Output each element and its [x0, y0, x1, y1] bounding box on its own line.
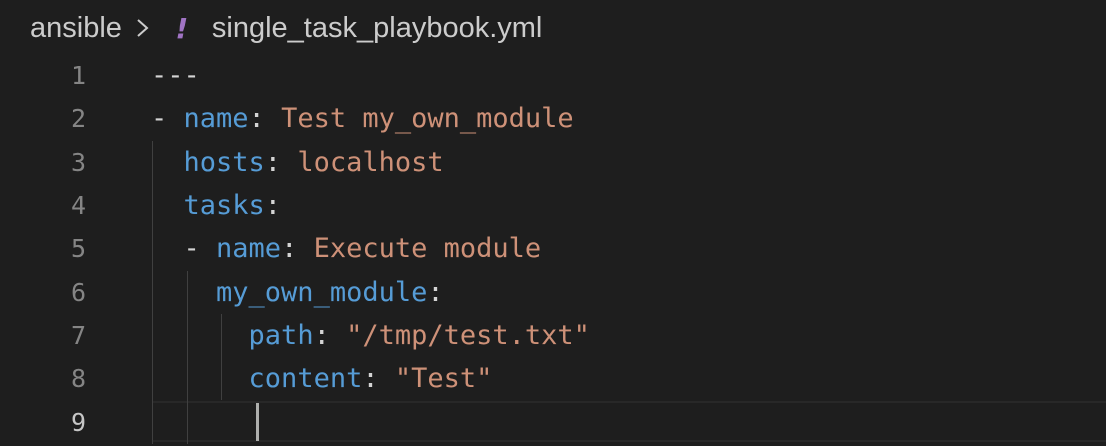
code-editor[interactable]: ansible ! single_task_playbook.yml 1 --- 2…: [0, 0, 1106, 446]
line-content: content: "Test": [151, 363, 493, 395]
code-line[interactable]: 3 hosts: localhost: [0, 141, 1106, 184]
yaml-value: "Test": [394, 363, 493, 395]
code-line[interactable]: 9: [0, 400, 1106, 443]
yaml-key: hosts: [183, 146, 265, 178]
yaml-punctuation: [151, 190, 184, 221]
yaml-value: Execute module: [313, 233, 542, 265]
line-content: ---: [151, 60, 200, 91]
chevron-right-icon: [132, 13, 154, 43]
line-number: 8: [70, 364, 86, 394]
yaml-punctuation: [151, 363, 249, 394]
yaml-value: Test my_own_module: [281, 103, 574, 135]
yaml-punctuation: :: [264, 190, 282, 222]
yaml-punctuation: :: [281, 233, 314, 265]
indent-guide: [152, 140, 153, 444]
yaml-punctuation: [151, 277, 216, 308]
yaml-exclamation-icon: !: [175, 11, 189, 45]
line-number: 5: [70, 234, 86, 264]
indent-guide: [186, 270, 188, 444]
line-number: 7: [70, 320, 86, 350]
yaml-value: "/tmp/test.txt": [346, 319, 590, 351]
yaml-punctuation: ---: [151, 60, 200, 92]
line-number: 1: [70, 61, 86, 91]
line-number: 6: [70, 277, 86, 307]
yaml-punctuation: :: [313, 319, 347, 351]
text-cursor: [255, 403, 259, 442]
yaml-punctuation: :: [362, 363, 395, 395]
line-content: my_own_module:: [151, 277, 444, 308]
yaml-punctuation: :: [427, 276, 444, 308]
code-line[interactable]: 7 path: "/tmp/test.txt": [0, 314, 1106, 357]
yaml-punctuation: -: [151, 233, 217, 265]
yaml-value: localhost: [297, 146, 444, 178]
indent-guide: [221, 313, 223, 401]
yaml-punctuation: [151, 147, 184, 178]
code-line[interactable]: 4 tasks:: [0, 184, 1106, 227]
breadcrumb-file[interactable]: single_task_playbook.yml: [212, 12, 542, 45]
line-content: - name: Test my_own_module: [151, 103, 574, 134]
line-number: 9: [70, 407, 86, 437]
yaml-key: name: [183, 103, 249, 135]
yaml-punctuation: :: [248, 103, 282, 135]
yaml-key: path: [248, 319, 314, 351]
code-line[interactable]: 1 ---: [0, 54, 1106, 97]
breadcrumb: ansible ! single_task_playbook.yml: [0, 0, 1106, 56]
yaml-punctuation: :: [264, 146, 298, 178]
yaml-key: content: [248, 363, 363, 395]
yaml-key: name: [216, 233, 282, 265]
breadcrumb-folder[interactable]: ansible: [30, 12, 122, 45]
code-line[interactable]: 8 content: "Test": [0, 357, 1106, 400]
yaml-punctuation: -: [151, 103, 184, 135]
line-content: hosts: localhost: [151, 147, 444, 178]
line-number: 4: [70, 191, 86, 221]
code-line[interactable]: 2 - name: Test my_own_module: [0, 97, 1106, 140]
yaml-punctuation: [151, 320, 249, 351]
code-line[interactable]: 5 - name: Execute module: [0, 227, 1106, 270]
line-number: 3: [70, 147, 86, 177]
line-content: tasks:: [151, 190, 282, 222]
yaml-key: my_own_module: [216, 276, 428, 308]
line-content: - name: Execute module: [151, 233, 542, 265]
line-number: 2: [70, 104, 86, 134]
yaml-key: tasks: [183, 190, 265, 222]
code-area[interactable]: 1 --- 2 - name: Test my_own_module 3 hosts: …: [0, 54, 1106, 446]
code-line[interactable]: 6 my_own_module:: [0, 271, 1106, 314]
line-content: path: "/tmp/test.txt": [151, 320, 590, 351]
